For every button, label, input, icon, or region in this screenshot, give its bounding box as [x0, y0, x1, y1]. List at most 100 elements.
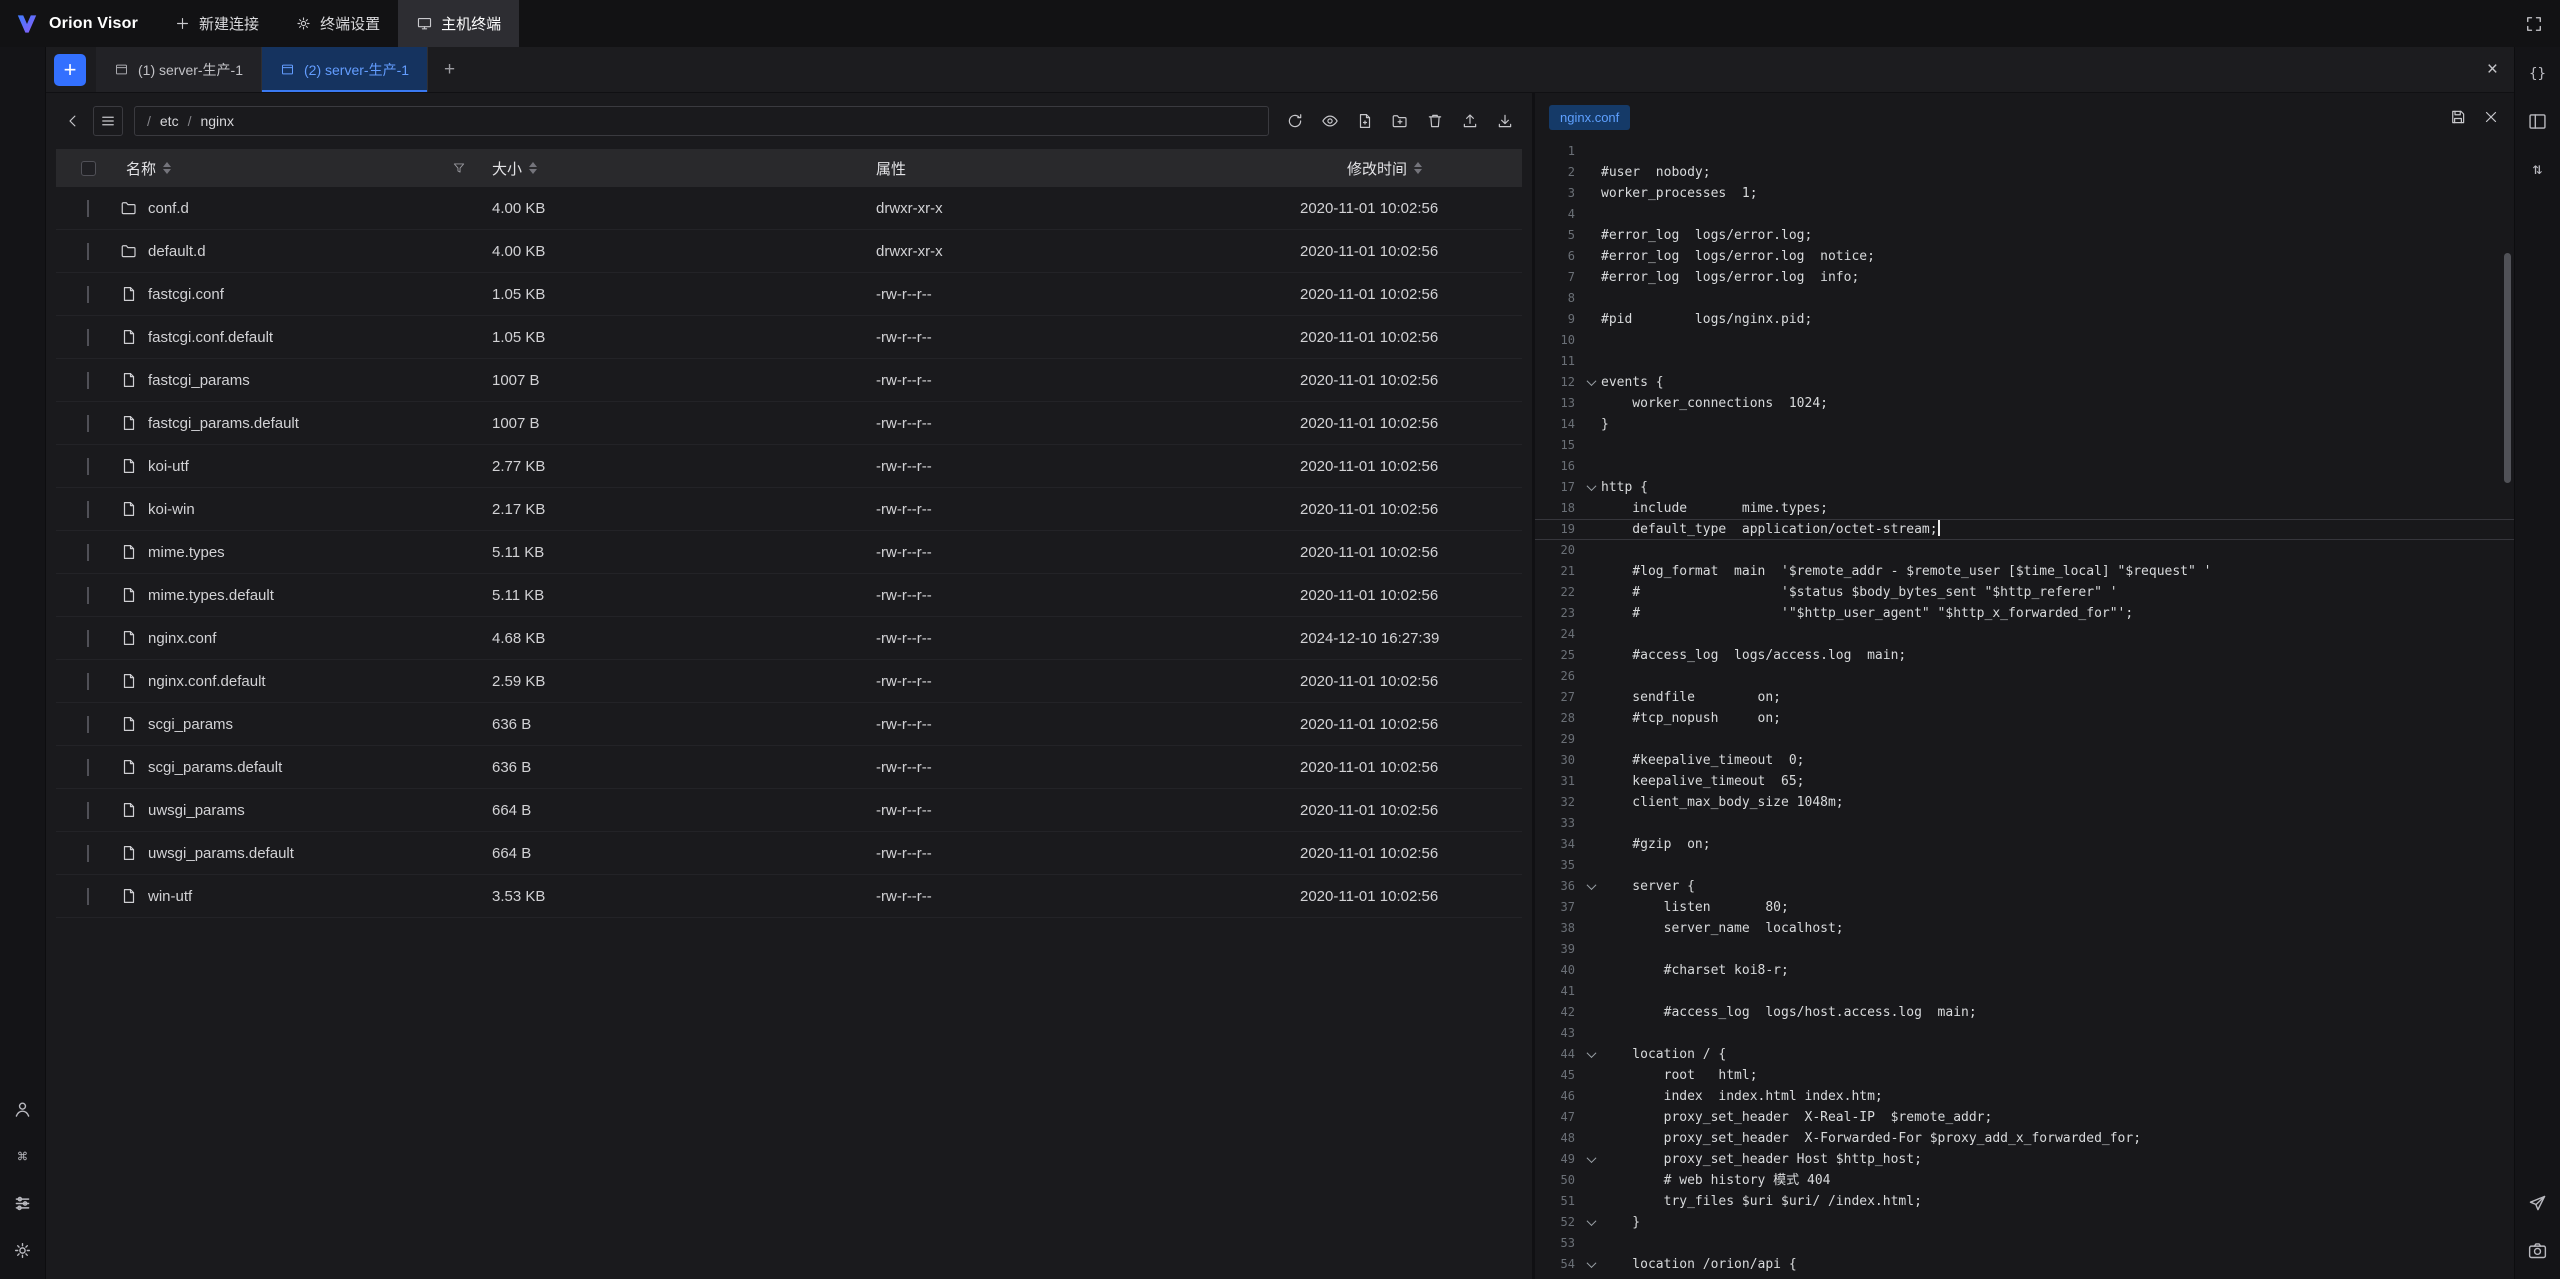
code-line[interactable]: 15	[1535, 435, 2514, 456]
row-checkbox[interactable]	[87, 888, 89, 905]
code-line[interactable]: 3 worker_processes 1;	[1535, 183, 2514, 204]
tools-icon[interactable]	[8, 1188, 38, 1218]
code-line[interactable]: 45 root html;	[1535, 1065, 2514, 1086]
fold-toggle[interactable]	[1581, 1240, 1601, 1247]
fold-toggle[interactable]	[1581, 253, 1601, 260]
code-line[interactable]: 2 #user nobody;	[1535, 162, 2514, 183]
table-row[interactable]: fastcgi_params 1007 B -rw-r--r-- 2020-11…	[56, 359, 1522, 402]
code-line[interactable]: 7 #error_log logs/error.log info;	[1535, 267, 2514, 288]
row-checkbox[interactable]	[87, 802, 89, 819]
code-line[interactable]: 21 #log_format main '$remote_addr - $rem…	[1535, 561, 2514, 582]
code-line[interactable]: 47 proxy_set_header X-Real-IP $remote_ad…	[1535, 1107, 2514, 1128]
preview-button[interactable]	[1315, 106, 1345, 136]
code-line[interactable]: 27 sendfile on;	[1535, 687, 2514, 708]
fold-toggle[interactable]	[1581, 568, 1601, 575]
delete-button[interactable]	[1420, 106, 1450, 136]
code-line[interactable]: 52 }	[1535, 1212, 2514, 1233]
fold-toggle[interactable]	[1581, 379, 1601, 386]
row-checkbox[interactable]	[87, 415, 89, 432]
fold-toggle[interactable]	[1581, 925, 1601, 932]
settings-gear-icon[interactable]	[8, 1235, 38, 1265]
send-icon[interactable]	[2523, 1188, 2553, 1218]
code-line[interactable]: 28 #tcp_nopush on;	[1535, 708, 2514, 729]
table-row[interactable]: uwsgi_params 664 B -rw-r--r-- 2020-11-01…	[56, 789, 1522, 832]
code-line[interactable]: 40 #charset koi8-r;	[1535, 960, 2514, 981]
fold-toggle[interactable]	[1581, 631, 1601, 638]
fold-toggle[interactable]	[1581, 1177, 1601, 1184]
fold-toggle[interactable]	[1581, 652, 1601, 659]
new-file-button[interactable]	[1350, 106, 1380, 136]
table-row[interactable]: default.d 4.00 KB drwxr-xr-x 2020-11-01 …	[56, 230, 1522, 273]
breadcrumb-segment[interactable]: nginx	[200, 113, 233, 129]
table-row[interactable]: fastcgi.conf 1.05 KB -rw-r--r-- 2020-11-…	[56, 273, 1522, 316]
fold-toggle[interactable]	[1581, 211, 1601, 218]
new-tab-button[interactable]: +	[428, 47, 471, 92]
sort-mtime-control[interactable]	[1414, 162, 1422, 174]
fold-toggle[interactable]	[1581, 1093, 1601, 1100]
row-checkbox[interactable]	[87, 673, 89, 690]
fold-toggle[interactable]	[1581, 169, 1601, 176]
fold-toggle[interactable]	[1581, 1072, 1601, 1079]
fold-toggle[interactable]	[1581, 883, 1601, 890]
table-row[interactable]: uwsgi_params.default 664 B -rw-r--r-- 20…	[56, 832, 1522, 875]
code-line[interactable]: 26	[1535, 666, 2514, 687]
code-editor[interactable]: 1 2 #user nobody; 3 worker_processes 1; …	[1535, 141, 2514, 1279]
fold-toggle[interactable]	[1581, 715, 1601, 722]
fold-toggle[interactable]	[1581, 841, 1601, 848]
fold-toggle[interactable]	[1581, 778, 1601, 785]
fold-toggle[interactable]	[1581, 1030, 1601, 1037]
code-line[interactable]: 8	[1535, 288, 2514, 309]
code-line[interactable]: 14 }	[1535, 414, 2514, 435]
sort-size-control[interactable]	[529, 162, 537, 174]
back-button[interactable]	[58, 106, 88, 136]
menu-host-terminal[interactable]: 主机终端	[398, 0, 519, 47]
breadcrumb-segment[interactable]: etc	[160, 113, 179, 129]
code-line[interactable]: 35	[1535, 855, 2514, 876]
code-line[interactable]: 37 listen 80;	[1535, 897, 2514, 918]
code-line[interactable]: 19 default_type application/octet-stream…	[1535, 519, 2514, 540]
fold-toggle[interactable]	[1581, 1051, 1601, 1058]
code-line[interactable]: 23 # '"$http_user_agent" "$http_x_forwar…	[1535, 603, 2514, 624]
table-row[interactable]: nginx.conf 4.68 KB -rw-r--r-- 2024-12-10…	[56, 617, 1522, 660]
table-row[interactable]: scgi_params 636 B -rw-r--r-- 2020-11-01 …	[56, 703, 1522, 746]
code-line[interactable]: 13 worker_connections 1024;	[1535, 393, 2514, 414]
breadcrumb[interactable]: /etc/nginx	[134, 106, 1269, 136]
code-line[interactable]: 39	[1535, 939, 2514, 960]
refresh-button[interactable]	[1280, 106, 1310, 136]
row-checkbox[interactable]	[87, 286, 89, 303]
table-row[interactable]: win-utf 3.53 KB -rw-r--r-- 2020-11-01 10…	[56, 875, 1522, 918]
close-panel-button[interactable]: ×	[2471, 47, 2514, 92]
table-row[interactable]: nginx.conf.default 2.59 KB -rw-r--r-- 20…	[56, 660, 1522, 703]
upload-button[interactable]	[1455, 106, 1485, 136]
code-line[interactable]: 4	[1535, 204, 2514, 225]
table-row[interactable]: mime.types.default 5.11 KB -rw-r--r-- 20…	[56, 574, 1522, 617]
menu-new-connection[interactable]: 新建连接	[156, 0, 277, 47]
code-line[interactable]: 31 keepalive_timeout 65;	[1535, 771, 2514, 792]
fold-toggle[interactable]	[1581, 1156, 1601, 1163]
code-line[interactable]: 46 index index.html index.htm;	[1535, 1086, 2514, 1107]
code-line[interactable]: 5 #error_log logs/error.log;	[1535, 225, 2514, 246]
code-line[interactable]: 16	[1535, 456, 2514, 477]
fold-toggle[interactable]	[1581, 988, 1601, 995]
fold-toggle[interactable]	[1581, 967, 1601, 974]
fold-toggle[interactable]	[1581, 505, 1601, 512]
code-line[interactable]: 51 try_files $uri $uri/ /index.html;	[1535, 1191, 2514, 1212]
fold-toggle[interactable]	[1581, 1135, 1601, 1142]
fold-toggle[interactable]	[1581, 547, 1601, 554]
layout-panel-icon[interactable]	[2523, 106, 2553, 136]
row-checkbox[interactable]	[87, 243, 89, 260]
fold-toggle[interactable]	[1581, 1009, 1601, 1016]
code-line[interactable]: 17 http {	[1535, 477, 2514, 498]
tab-server-1[interactable]: (1) server-生产-1	[96, 47, 262, 92]
fold-toggle[interactable]	[1581, 736, 1601, 743]
row-checkbox[interactable]	[87, 329, 89, 346]
code-line[interactable]: 49 proxy_set_header Host $http_host;	[1535, 1149, 2514, 1170]
fold-toggle[interactable]	[1581, 526, 1601, 533]
sort-arrows-icon[interactable]: ⇅	[2523, 153, 2553, 183]
code-line[interactable]: 54 location /orion/api {	[1535, 1254, 2514, 1275]
fold-toggle[interactable]	[1581, 673, 1601, 680]
tab-server-2[interactable]: (2) server-生产-1	[262, 47, 428, 92]
code-line[interactable]: 12 events {	[1535, 372, 2514, 393]
fold-toggle[interactable]	[1581, 799, 1601, 806]
braces-icon[interactable]: {}	[2523, 59, 2553, 89]
